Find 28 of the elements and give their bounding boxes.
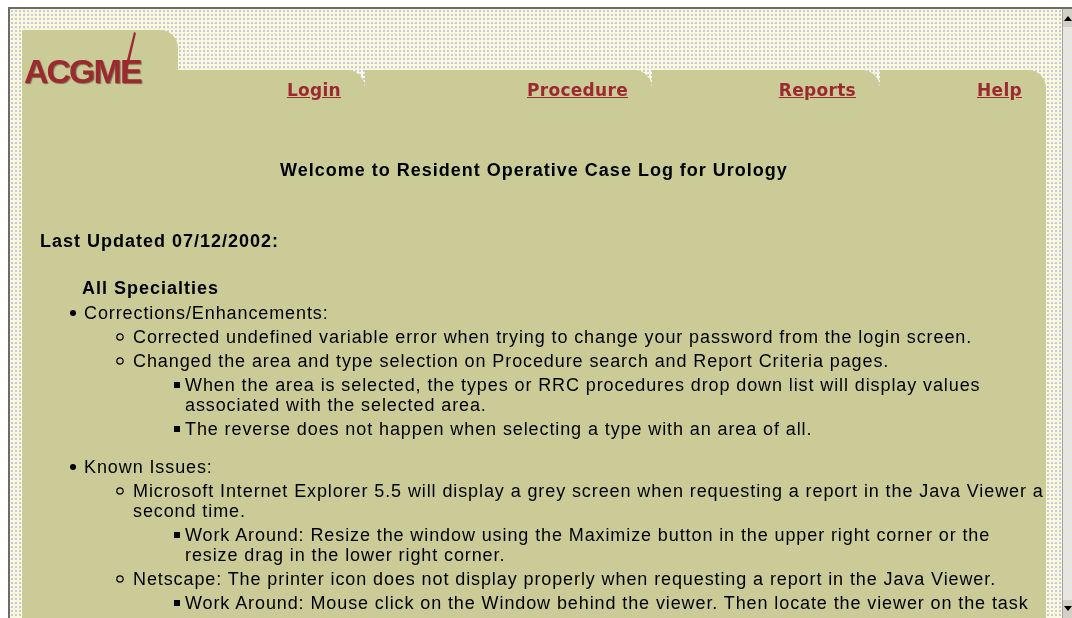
- list-item-text: When the area is selected, the types or RRC procedures drop down list will display values associated with the selected area.: [185, 375, 982, 415]
- list-item-text: Corrections/Enhancements:: [84, 303, 330, 323]
- list-item-text: Corrected undefined variable error when trying to change your password from the login screen.: [133, 327, 974, 347]
- nav-link[interactable]: Reports: [778, 80, 856, 100]
- bullet-icon: [174, 600, 180, 606]
- bullet-icon: [116, 575, 124, 583]
- nav-link[interactable]: Login: [286, 80, 341, 100]
- bullet-icon: [116, 333, 124, 341]
- bullet-icon: [70, 310, 76, 316]
- list-item-text: The reverse does not happen when selecting a type with an area of all.: [185, 419, 814, 439]
- nav-link[interactable]: Procedure: [527, 80, 628, 100]
- bullet-icon: [174, 382, 180, 388]
- list-item-text: Work Around: Resize the window using the Maximize button in the upper right corner or the resize drag in the lower right corner.: [185, 525, 992, 565]
- list-item-text: Known Issues:: [84, 457, 214, 477]
- bullet-icon: [116, 487, 124, 495]
- list-item-text: Work Around: Mouse click on the Window behind the viewer. Then locate the viewer on the task: [185, 593, 1030, 613]
- list-item-text: Netscape: The printer icon does not display properly when requesting a report in the Java Viewer.: [133, 569, 998, 589]
- last-updated-heading: Last Updated 07/12/2002:: [40, 231, 280, 252]
- nav-link[interactable]: Help: [977, 80, 1022, 100]
- bullet-icon: [174, 426, 180, 432]
- bullet-icon: [116, 357, 124, 365]
- section-heading: All Specialties: [82, 278, 220, 299]
- list-item-text: Microsoft Internet Explorer 5.5 will display a grey screen when requesting a report in the Java Viewer a second time.: [133, 481, 1045, 521]
- list-item-text: Changed the area and type selection on Procedure search and Report Criteria pages.: [133, 351, 891, 371]
- bullet-icon: [174, 532, 180, 538]
- bullet-icon: [70, 464, 76, 470]
- page-title: Welcome to Resident Operative Case Log for Urology: [280, 160, 788, 181]
- logo: ACGME: [24, 30, 141, 90]
